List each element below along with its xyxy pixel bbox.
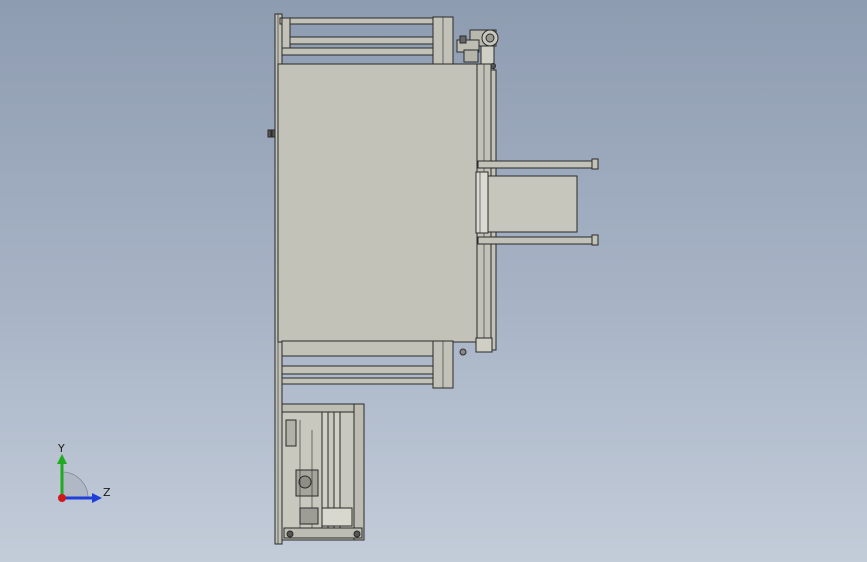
lower-cabinet-top xyxy=(281,403,365,413)
side-box xyxy=(486,175,578,233)
triad-quadrant-shading xyxy=(61,471,89,499)
bottom-right-bracket xyxy=(475,337,493,353)
top-rail-bracket-left xyxy=(281,17,291,49)
x-axis-dot xyxy=(58,494,66,502)
lower-cabinet-cylinder xyxy=(285,419,297,447)
machine-assembly-model[interactable] xyxy=(0,0,867,562)
lower-arm xyxy=(477,236,595,245)
lower-cabinet-plate xyxy=(321,507,353,527)
top-rail-lower xyxy=(281,47,437,56)
upper-arm-endcap xyxy=(591,158,599,170)
left-frame-clip-2 xyxy=(271,129,276,138)
top-rail-mid xyxy=(281,36,437,45)
lower-arm-endcap xyxy=(591,234,599,246)
upper-arm xyxy=(477,160,595,169)
y-axis-label: Y xyxy=(58,442,65,455)
cad-viewport[interactable]: Y Z xyxy=(0,0,867,562)
lower-cabinet-base xyxy=(283,527,363,539)
z-axis-label: Z xyxy=(103,486,111,499)
side-box-inner-plate xyxy=(475,171,489,234)
coordinate-triad: Y Z xyxy=(40,432,130,512)
main-panel xyxy=(277,63,478,343)
left-frame-clip-1 xyxy=(267,129,272,138)
lower-cabinet-right-wall xyxy=(353,403,365,541)
top-rail-upper xyxy=(279,17,437,25)
bottom-rail-mid xyxy=(281,365,437,375)
bottom-rail-lower xyxy=(281,377,437,385)
bottom-rail-upper xyxy=(281,340,437,357)
